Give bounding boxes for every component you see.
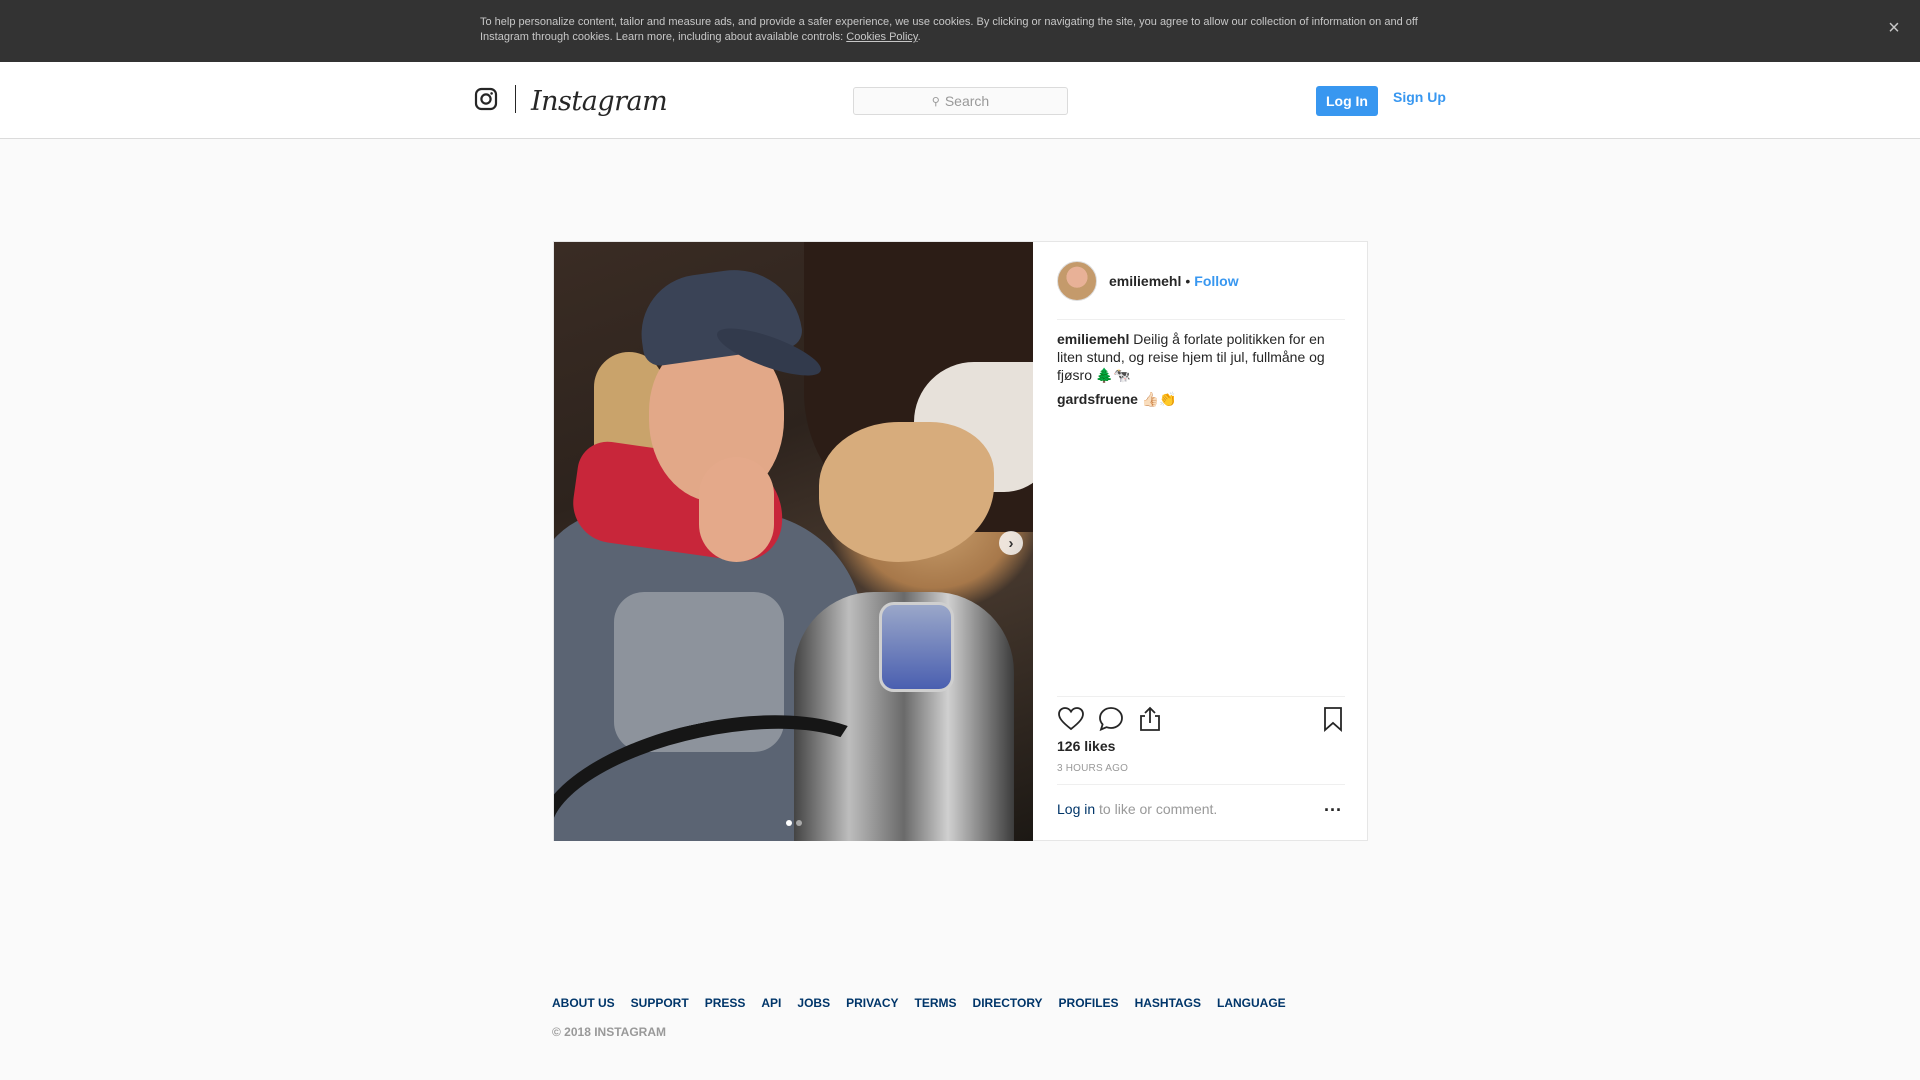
cookie-text: To help personalize content, tailor and … xyxy=(480,16,1418,43)
copyright: © 2018 INSTAGRAM xyxy=(552,1025,666,1039)
photo-udder xyxy=(819,422,994,562)
carousel-next-button[interactable]: › xyxy=(999,531,1023,555)
footer-link-hashtags[interactable]: HASHTAGS xyxy=(1135,996,1201,1010)
like-count[interactable]: 126 likes xyxy=(1057,738,1115,754)
footer-link-language[interactable]: LANGUAGE xyxy=(1217,996,1286,1010)
post-caption: emiliemehl Deilig å forlate politikken f… xyxy=(1057,330,1345,384)
login-button[interactable]: Log In xyxy=(1316,86,1378,116)
divider xyxy=(1057,696,1345,697)
login-prompt-text: to like or comment. xyxy=(1095,801,1218,817)
top-nav: Instagram ⚲ Search Log In Sign Up xyxy=(0,62,1920,139)
divider xyxy=(1057,784,1345,785)
share-icon[interactable] xyxy=(1136,705,1164,733)
cookie-banner: To help personalize content, tailor and … xyxy=(0,0,1920,62)
more-options-button[interactable]: ... xyxy=(1319,795,1347,819)
footer-link-jobs[interactable]: JOBS xyxy=(797,996,830,1010)
avatar[interactable] xyxy=(1057,261,1097,301)
comment: gardsfruene 👍🏻👏 xyxy=(1057,390,1345,408)
close-icon[interactable]: × xyxy=(1882,16,1906,40)
footer-link-directory[interactable]: DIRECTORY xyxy=(973,996,1043,1010)
comment-username[interactable]: gardsfruene xyxy=(1057,391,1138,407)
footer-link-api[interactable]: API xyxy=(761,996,781,1010)
search-icon: ⚲ xyxy=(931,95,940,108)
footer-link-privacy[interactable]: PRIVACY xyxy=(846,996,898,1010)
footer-links: ABOUT US SUPPORT PRESS API JOBS PRIVACY … xyxy=(552,996,1302,1010)
post-sidebar: emiliemehl • Follow emiliemehl Deilig å … xyxy=(1033,242,1367,841)
cookies-policy-link[interactable]: Cookies Policy xyxy=(846,31,917,43)
post-header: emiliemehl • Follow xyxy=(1057,260,1345,302)
cookie-message: To help personalize content, tailor and … xyxy=(480,16,1418,43)
follow-button[interactable]: Follow xyxy=(1194,273,1238,289)
carousel-dot xyxy=(796,820,802,826)
carousel-dots xyxy=(786,820,802,826)
instagram-wordmark: Instagram xyxy=(531,85,668,117)
post-timestamp[interactable]: 3 HOURS AGO xyxy=(1057,763,1128,774)
login-link[interactable]: Log in xyxy=(1057,801,1095,817)
footer-link-about[interactable]: ABOUT US xyxy=(552,996,615,1010)
search-input[interactable]: ⚲ Search xyxy=(853,87,1068,115)
instagram-glyph-icon xyxy=(474,87,498,111)
action-bar xyxy=(1057,705,1345,735)
footer-link-press[interactable]: PRESS xyxy=(705,996,746,1010)
divider xyxy=(1057,319,1345,320)
footer-link-profiles[interactable]: PROFILES xyxy=(1059,996,1119,1010)
signup-link[interactable]: Sign Up xyxy=(1393,89,1446,105)
photo-hand xyxy=(699,457,774,562)
bookmark-icon[interactable] xyxy=(1319,705,1347,733)
search-placeholder: Search xyxy=(944,93,990,109)
caption-username[interactable]: emiliemehl xyxy=(1057,331,1129,347)
login-prompt: Log in to like or comment. xyxy=(1057,801,1217,817)
comment-icon[interactable] xyxy=(1097,705,1125,733)
post-card: › emiliemehl • Follow emiliemehl Deilig … xyxy=(553,241,1368,841)
carousel-dot-active xyxy=(786,820,792,826)
logo[interactable]: Instagram xyxy=(474,84,668,117)
footer-link-support[interactable]: SUPPORT xyxy=(631,996,689,1010)
photo-milk-jar xyxy=(879,602,954,692)
comment-text: 👍🏻👏 xyxy=(1137,391,1177,407)
post-photo[interactable]: › xyxy=(554,242,1033,841)
separator-dot: • xyxy=(1185,273,1191,289)
post-username[interactable]: emiliemehl xyxy=(1109,273,1181,289)
logo-divider xyxy=(515,85,516,113)
heart-icon[interactable] xyxy=(1057,705,1085,733)
footer-link-terms[interactable]: TERMS xyxy=(915,996,957,1010)
